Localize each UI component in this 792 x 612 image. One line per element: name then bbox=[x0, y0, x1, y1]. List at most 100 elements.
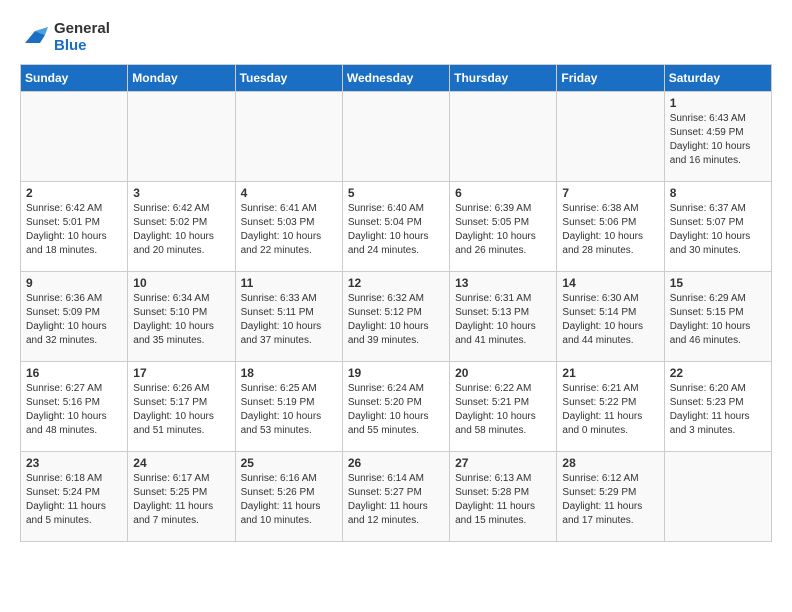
calendar-cell: 27 Sunrise: 6:13 AM Sunset: 5:28 PM Dayli… bbox=[450, 452, 557, 542]
calendar-cell: 6 Sunrise: 6:39 AM Sunset: 5:05 PM Daylig… bbox=[450, 182, 557, 272]
day-number: 7 bbox=[562, 186, 658, 200]
calendar-cell: 28 Sunrise: 6:12 AM Sunset: 5:29 PM Dayli… bbox=[557, 452, 664, 542]
day-info: Sunrise: 6:42 AM Sunset: 5:01 PM Dayligh… bbox=[26, 202, 122, 258]
day-info: Sunrise: 6:30 AM Sunset: 5:14 PM Dayligh… bbox=[562, 292, 658, 348]
calendar-cell bbox=[342, 92, 449, 182]
day-info: Sunrise: 6:17 AM Sunset: 5:25 PM Dayligh… bbox=[133, 472, 229, 528]
logo: General Blue bbox=[20, 20, 110, 54]
day-number: 4 bbox=[241, 186, 337, 200]
day-info: Sunrise: 6:14 AM Sunset: 5:27 PM Dayligh… bbox=[348, 472, 444, 528]
day-number: 18 bbox=[241, 366, 337, 380]
calendar-cell: 24 Sunrise: 6:17 AM Sunset: 5:25 PM Dayli… bbox=[128, 452, 235, 542]
calendar-cell: 18 Sunrise: 6:25 AM Sunset: 5:19 PM Dayli… bbox=[235, 362, 342, 452]
day-number: 24 bbox=[133, 456, 229, 470]
calendar-cell: 7 Sunrise: 6:38 AM Sunset: 5:06 PM Daylig… bbox=[557, 182, 664, 272]
calendar-cell: 20 Sunrise: 6:22 AM Sunset: 5:21 PM Dayli… bbox=[450, 362, 557, 452]
day-number: 1 bbox=[670, 96, 766, 110]
day-info: Sunrise: 6:12 AM Sunset: 5:29 PM Dayligh… bbox=[562, 472, 658, 528]
calendar-cell bbox=[664, 452, 771, 542]
calendar-table: SundayMondayTuesdayWednesdayThursdayFrid… bbox=[20, 64, 772, 542]
day-number: 17 bbox=[133, 366, 229, 380]
day-info: Sunrise: 6:39 AM Sunset: 5:05 PM Dayligh… bbox=[455, 202, 551, 258]
calendar-cell: 13Sunrise: 6:31 AM Sunset: 5:13 PM Dayli… bbox=[450, 272, 557, 362]
calendar-cell: 3 Sunrise: 6:42 AM Sunset: 5:02 PM Daylig… bbox=[128, 182, 235, 272]
day-info: Sunrise: 6:32 AM Sunset: 5:12 PM Dayligh… bbox=[348, 292, 444, 348]
weekday-header-saturday: Saturday bbox=[664, 65, 771, 92]
day-info: Sunrise: 6:21 AM Sunset: 5:22 PM Dayligh… bbox=[562, 382, 658, 438]
day-info: Sunrise: 6:33 AM Sunset: 5:11 PM Dayligh… bbox=[241, 292, 337, 348]
calendar-cell bbox=[128, 92, 235, 182]
day-info: Sunrise: 6:42 AM Sunset: 5:02 PM Dayligh… bbox=[133, 202, 229, 258]
day-info: Sunrise: 6:18 AM Sunset: 5:24 PM Dayligh… bbox=[26, 472, 122, 528]
day-info: Sunrise: 6:38 AM Sunset: 5:06 PM Dayligh… bbox=[562, 202, 658, 258]
day-number: 3 bbox=[133, 186, 229, 200]
day-number: 11 bbox=[241, 276, 337, 290]
day-number: 14 bbox=[562, 276, 658, 290]
calendar-cell: 25 Sunrise: 6:16 AM Sunset: 5:26 PM Dayli… bbox=[235, 452, 342, 542]
weekday-header-tuesday: Tuesday bbox=[235, 65, 342, 92]
day-number: 10 bbox=[133, 276, 229, 290]
day-number: 25 bbox=[241, 456, 337, 470]
day-info: Sunrise: 6:13 AM Sunset: 5:28 PM Dayligh… bbox=[455, 472, 551, 528]
calendar-cell: 10 Sunrise: 6:34 AM Sunset: 5:10 PM Dayli… bbox=[128, 272, 235, 362]
day-info: Sunrise: 6:37 AM Sunset: 5:07 PM Dayligh… bbox=[670, 202, 766, 258]
calendar-cell: 23 Sunrise: 6:18 AM Sunset: 5:24 PM Dayli… bbox=[21, 452, 128, 542]
day-number: 26 bbox=[348, 456, 444, 470]
day-number: 19 bbox=[348, 366, 444, 380]
day-number: 15 bbox=[670, 276, 766, 290]
calendar-cell: 17 Sunrise: 6:26 AM Sunset: 5:17 PM Dayli… bbox=[128, 362, 235, 452]
day-number: 21 bbox=[562, 366, 658, 380]
day-number: 23 bbox=[26, 456, 122, 470]
day-number: 27 bbox=[455, 456, 551, 470]
calendar-cell: 9 Sunrise: 6:36 AM Sunset: 5:09 PM Daylig… bbox=[21, 272, 128, 362]
day-info: Sunrise: 6:27 AM Sunset: 5:16 PM Dayligh… bbox=[26, 382, 122, 438]
day-number: 28 bbox=[562, 456, 658, 470]
calendar-cell: 21 Sunrise: 6:21 AM Sunset: 5:22 PM Dayli… bbox=[557, 362, 664, 452]
logo-bird-icon bbox=[20, 23, 50, 51]
day-number: 22 bbox=[670, 366, 766, 380]
day-info: Sunrise: 6:22 AM Sunset: 5:21 PM Dayligh… bbox=[455, 382, 551, 438]
day-number: 2 bbox=[26, 186, 122, 200]
page-header: General Blue bbox=[20, 20, 772, 54]
day-info: Sunrise: 6:29 AM Sunset: 5:15 PM Dayligh… bbox=[670, 292, 766, 348]
weekday-header-monday: Monday bbox=[128, 65, 235, 92]
day-info: Sunrise: 6:24 AM Sunset: 5:20 PM Dayligh… bbox=[348, 382, 444, 438]
calendar-cell: 19 Sunrise: 6:24 AM Sunset: 5:20 PM Dayli… bbox=[342, 362, 449, 452]
day-info: Sunrise: 6:36 AM Sunset: 5:09 PM Dayligh… bbox=[26, 292, 122, 348]
day-info: Sunrise: 6:43 AM Sunset: 4:59 PM Dayligh… bbox=[670, 112, 766, 168]
calendar-cell bbox=[235, 92, 342, 182]
calendar-cell bbox=[450, 92, 557, 182]
calendar-cell: 26 Sunrise: 6:14 AM Sunset: 5:27 PM Dayli… bbox=[342, 452, 449, 542]
calendar-cell: 11 Sunrise: 6:33 AM Sunset: 5:11 PM Dayli… bbox=[235, 272, 342, 362]
day-number: 8 bbox=[670, 186, 766, 200]
calendar-cell: 16 Sunrise: 6:27 AM Sunset: 5:16 PM Dayli… bbox=[21, 362, 128, 452]
day-number: 9 bbox=[26, 276, 122, 290]
weekday-header-friday: Friday bbox=[557, 65, 664, 92]
day-number: 12 bbox=[348, 276, 444, 290]
day-info: Sunrise: 6:16 AM Sunset: 5:26 PM Dayligh… bbox=[241, 472, 337, 528]
day-info: Sunrise: 6:26 AM Sunset: 5:17 PM Dayligh… bbox=[133, 382, 229, 438]
weekday-header-wednesday: Wednesday bbox=[342, 65, 449, 92]
day-number: 5 bbox=[348, 186, 444, 200]
weekday-header-thursday: Thursday bbox=[450, 65, 557, 92]
day-info: Sunrise: 6:20 AM Sunset: 5:23 PM Dayligh… bbox=[670, 382, 766, 438]
day-number: 20 bbox=[455, 366, 551, 380]
day-number: 6 bbox=[455, 186, 551, 200]
day-number: 13 bbox=[455, 276, 551, 290]
calendar-cell bbox=[557, 92, 664, 182]
weekday-header-sunday: Sunday bbox=[21, 65, 128, 92]
calendar-cell bbox=[21, 92, 128, 182]
calendar-cell: 15 Sunrise: 6:29 AM Sunset: 5:15 PM Dayli… bbox=[664, 272, 771, 362]
calendar-cell: 2 Sunrise: 6:42 AM Sunset: 5:01 PM Daylig… bbox=[21, 182, 128, 272]
day-info: Sunrise: 6:41 AM Sunset: 5:03 PM Dayligh… bbox=[241, 202, 337, 258]
logo-text: General Blue bbox=[54, 20, 110, 54]
calendar-cell: 12 Sunrise: 6:32 AM Sunset: 5:12 PM Dayli… bbox=[342, 272, 449, 362]
calendar-cell: 22 Sunrise: 6:20 AM Sunset: 5:23 PM Dayli… bbox=[664, 362, 771, 452]
day-info: Sunrise: 6:34 AM Sunset: 5:10 PM Dayligh… bbox=[133, 292, 229, 348]
day-info: Sunrise: 6:25 AM Sunset: 5:19 PM Dayligh… bbox=[241, 382, 337, 438]
calendar-cell: 4 Sunrise: 6:41 AM Sunset: 5:03 PM Daylig… bbox=[235, 182, 342, 272]
calendar-cell: 14 Sunrise: 6:30 AM Sunset: 5:14 PM Dayli… bbox=[557, 272, 664, 362]
calendar-cell: 8 Sunrise: 6:37 AM Sunset: 5:07 PM Daylig… bbox=[664, 182, 771, 272]
day-number: 16 bbox=[26, 366, 122, 380]
calendar-cell: 5Sunrise: 6:40 AM Sunset: 5:04 PM Daylig… bbox=[342, 182, 449, 272]
